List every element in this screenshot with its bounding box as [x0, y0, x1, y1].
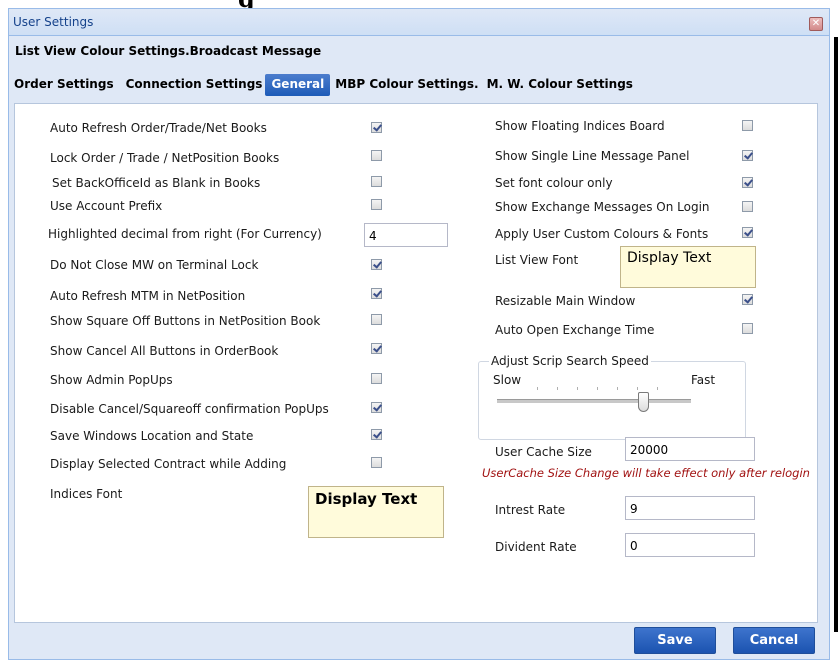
- slider-tick: [557, 387, 558, 390]
- indices-font-display[interactable]: Display Text: [308, 486, 444, 538]
- cancel-all-buttons-label: Show Cancel All Buttons in OrderBook: [50, 344, 279, 358]
- interest-rate-label: Intrest Rate: [495, 503, 566, 517]
- display-selected-checkbox[interactable]: [371, 457, 382, 468]
- display-selected-label: Display Selected Contract while Adding: [50, 457, 287, 471]
- exchange-messages-checkbox[interactable]: [742, 201, 753, 212]
- custom-colours-label: Apply User Custom Colours & Fonts: [495, 227, 709, 241]
- disable-confirm-label: Disable Cancel/Squareoff confirmation Po…: [50, 402, 329, 416]
- backoffice-blank-label: Set BackOfficeId as Blank in Books: [52, 176, 261, 190]
- dividend-rate-input[interactable]: 0: [625, 533, 755, 557]
- auto-open-exchange-checkbox[interactable]: [742, 323, 753, 334]
- auto-open-exchange-label: Auto Open Exchange Time: [495, 323, 655, 337]
- resizable-main-checkbox[interactable]: [742, 294, 753, 305]
- account-prefix-checkbox[interactable]: [371, 199, 382, 210]
- single-line-panel-checkbox[interactable]: [742, 150, 753, 161]
- window-edge: [834, 37, 838, 632]
- slider-tick: [597, 387, 598, 390]
- auto-refresh-books-label: Auto Refresh Order/Trade/Net Books: [50, 121, 267, 135]
- slider-tick: [657, 387, 658, 390]
- floating-indices-checkbox[interactable]: [742, 120, 753, 131]
- indices-font-label: Indices Font: [50, 487, 123, 501]
- highlighted-decimal-label: Highlighted decimal from right (For Curr…: [48, 227, 322, 241]
- custom-colours-checkbox[interactable]: [742, 227, 753, 238]
- dialog-title: User Settings: [13, 15, 94, 29]
- tab-mbp-colour[interactable]: MBP Colour Settings.: [332, 74, 481, 96]
- square-off-buttons-checkbox[interactable]: [371, 314, 382, 325]
- tab-list-view-colour[interactable]: List View Colour Settings.: [12, 41, 190, 61]
- slider-tick: [617, 387, 618, 390]
- user-cache-input[interactable]: 20000: [625, 437, 755, 461]
- interest-rate-input[interactable]: 9: [625, 496, 755, 520]
- resizable-main-label: Resizable Main Window: [495, 294, 636, 308]
- save-button[interactable]: Save: [634, 627, 716, 654]
- backoffice-blank-checkbox[interactable]: [371, 176, 382, 187]
- auto-refresh-mtm-checkbox[interactable]: [371, 288, 382, 299]
- highlighted-decimal-input[interactable]: 4: [364, 223, 448, 247]
- font-colour-only-checkbox[interactable]: [742, 177, 753, 188]
- auto-refresh-mtm-label: Auto Refresh MTM in NetPosition: [50, 289, 246, 303]
- tab-general[interactable]: General: [265, 74, 331, 96]
- no-close-mw-label: Do Not Close MW on Terminal Lock: [50, 258, 259, 272]
- scrip-search-slider-thumb[interactable]: [638, 392, 650, 412]
- admin-popups-checkbox[interactable]: [371, 373, 382, 384]
- cache-warning-text: UserCache Size Change will take effect o…: [482, 466, 810, 480]
- scrip-search-speed-group: Adjust Scrip Search Speed Slow Fast: [478, 354, 746, 440]
- dialog-titlebar[interactable]: User Settings ✕: [9, 9, 829, 36]
- cancel-button[interactable]: Cancel: [733, 627, 815, 654]
- tab-order-settings[interactable]: Order Settings: [11, 74, 117, 96]
- list-view-font-label: List View Font: [495, 253, 579, 267]
- tab-row-2: Order Settings Connection Settings Gener…: [11, 74, 636, 96]
- user-cache-label: User Cache Size: [495, 445, 592, 459]
- slider-fast-label: Fast: [691, 373, 716, 387]
- square-off-buttons-label: Show Square Off Buttons in NetPosition B…: [50, 314, 321, 328]
- dividend-rate-label: Divident Rate: [495, 540, 577, 554]
- scrip-search-speed-legend: Adjust Scrip Search Speed: [489, 354, 651, 368]
- lock-books-checkbox[interactable]: [371, 150, 382, 161]
- tab-row-1: List View Colour Settings. Broadcast Mes…: [12, 41, 324, 61]
- tab-mw-colour[interactable]: M. W. Colour Settings: [484, 74, 636, 96]
- account-prefix-label: Use Account Prefix: [50, 199, 163, 213]
- lock-books-label: Lock Order / Trade / NetPosition Books: [50, 151, 280, 165]
- list-view-font-display[interactable]: Display Text: [620, 246, 756, 288]
- scrip-search-slider-track[interactable]: [497, 399, 691, 403]
- slider-tick: [637, 387, 638, 390]
- font-colour-only-label: Set font colour only: [495, 176, 613, 190]
- floating-indices-label: Show Floating Indices Board: [495, 119, 665, 133]
- exchange-messages-label: Show Exchange Messages On Login: [495, 200, 710, 214]
- save-windows-checkbox[interactable]: [371, 429, 382, 440]
- slider-tick: [577, 387, 578, 390]
- tab-connection-settings[interactable]: Connection Settings: [123, 74, 266, 96]
- disable-confirm-checkbox[interactable]: [371, 402, 382, 413]
- tab-broadcast-message[interactable]: Broadcast Message: [190, 41, 324, 61]
- slider-tick: [537, 387, 538, 390]
- no-close-mw-checkbox[interactable]: [371, 259, 382, 270]
- single-line-panel-label: Show Single Line Message Panel: [495, 149, 690, 163]
- cancel-all-buttons-checkbox[interactable]: [371, 343, 382, 354]
- slider-slow-label: Slow: [493, 373, 522, 387]
- save-windows-label: Save Windows Location and State: [50, 429, 254, 443]
- close-icon[interactable]: ✕: [809, 17, 823, 31]
- auto-refresh-books-checkbox[interactable]: [371, 122, 382, 133]
- admin-popups-label: Show Admin PopUps: [50, 373, 173, 387]
